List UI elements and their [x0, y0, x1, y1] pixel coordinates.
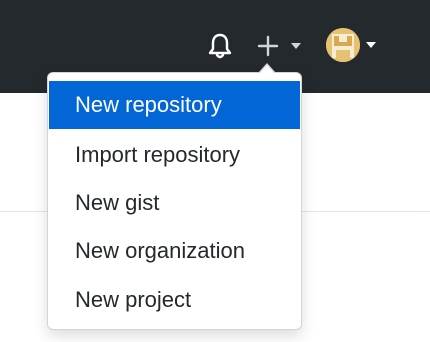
create-new-dropdown-menu: New repository Import repository New gis… — [47, 63, 302, 330]
avatar — [326, 28, 360, 62]
bell-icon — [208, 33, 232, 59]
caret-down-icon — [291, 43, 301, 49]
plus-icon — [257, 35, 279, 57]
menu-item-new-organization[interactable]: New organization — [49, 227, 300, 275]
notifications-button[interactable] — [205, 30, 235, 62]
menu-item-new-repository[interactable]: New repository — [49, 81, 300, 129]
create-new-button[interactable] — [255, 30, 305, 62]
menu-item-import-repository[interactable]: Import repository — [49, 131, 300, 179]
menu-item-new-gist[interactable]: New gist — [49, 179, 300, 227]
menu-item-new-project[interactable]: New project — [49, 276, 300, 324]
user-avatar — [326, 28, 360, 62]
user-menu-button[interactable] — [326, 28, 382, 64]
caret-down-icon — [366, 42, 376, 48]
